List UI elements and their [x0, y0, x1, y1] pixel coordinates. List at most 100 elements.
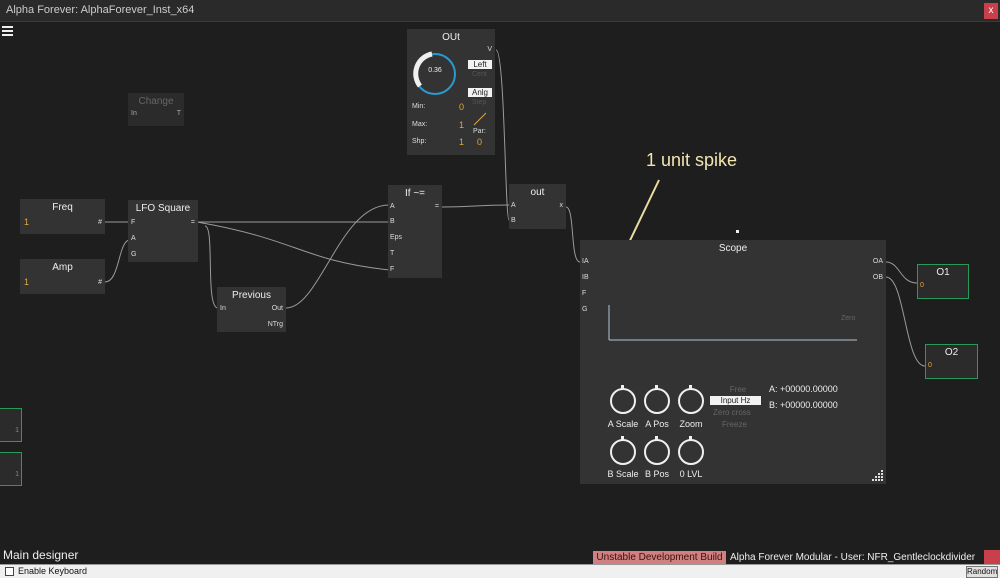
- node-title: Freq: [52, 202, 73, 213]
- min-label: Min:: [412, 103, 426, 110]
- max-value[interactable]: 1: [459, 120, 464, 130]
- node-side-1[interactable]: 1: [0, 408, 22, 442]
- a-pos-knob[interactable]: [644, 385, 670, 414]
- step-button[interactable]: Step: [472, 99, 486, 106]
- a-scale-knob[interactable]: [610, 385, 636, 414]
- footer-bar: Enable Keyboard Random: [0, 564, 1000, 578]
- port-ia[interactable]: IA: [582, 258, 589, 265]
- mode-free[interactable]: Free: [726, 385, 750, 394]
- window-titlebar: Alpha Forever: AlphaForever_Inst_x64 x: [0, 0, 1000, 22]
- enable-keyboard-label: Enable Keyboard: [18, 566, 88, 576]
- status-indicator: [984, 550, 1000, 564]
- port-ib[interactable]: IB: [582, 274, 589, 281]
- zoom-label: Zoom: [679, 419, 703, 429]
- node-if-approx[interactable]: If ~= A B Eps T F =: [388, 185, 442, 278]
- side-2-value: 1: [15, 471, 19, 478]
- node-title: O2: [944, 347, 959, 358]
- par-label: Par:: [473, 128, 486, 135]
- build-badge: Unstable Development Build: [593, 551, 726, 565]
- node-o1[interactable]: O1 0: [917, 264, 969, 299]
- port-f[interactable]: F: [582, 290, 586, 297]
- close-button[interactable]: x: [984, 3, 998, 19]
- node-title: Amp: [52, 262, 73, 273]
- node-out-small[interactable]: out A B x: [509, 184, 566, 229]
- readout-a: A: +00000.00000: [769, 384, 838, 394]
- max-label: Max:: [412, 121, 428, 128]
- port-f[interactable]: F: [390, 266, 394, 273]
- node-title: O1: [936, 267, 950, 278]
- port-out[interactable]: x: [560, 202, 564, 209]
- node-o2[interactable]: O2 0: [925, 344, 978, 379]
- port-oa[interactable]: OA: [873, 258, 883, 265]
- freq-value[interactable]: 1: [24, 217, 29, 227]
- node-lfo-square[interactable]: LFO Square F A G =: [128, 200, 198, 262]
- readout-b: B: +00000.00000: [769, 400, 838, 410]
- port-a[interactable]: A: [131, 235, 136, 242]
- zero-level-label: 0 LVL: [679, 469, 703, 479]
- shp-value[interactable]: 1: [459, 137, 464, 147]
- port-ntrg[interactable]: NTrg: [268, 321, 283, 328]
- port-b[interactable]: B: [390, 218, 395, 225]
- window-title: Alpha Forever: AlphaForever_Inst_x64: [6, 4, 195, 16]
- port-t[interactable]: T: [177, 110, 181, 117]
- port-in[interactable]: In: [220, 305, 226, 312]
- o1-value: 0: [920, 282, 924, 289]
- node-freq[interactable]: Freq 1 #: [20, 199, 105, 234]
- port-out[interactable]: Out: [272, 305, 283, 312]
- port-out[interactable]: =: [435, 203, 439, 210]
- node-amp[interactable]: Amp 1 #: [20, 259, 105, 294]
- zero-level-knob[interactable]: [678, 436, 704, 465]
- port-ob[interactable]: OB: [873, 274, 883, 281]
- port-in[interactable]: In: [131, 110, 137, 117]
- level-knob[interactable]: [410, 49, 460, 99]
- left-button[interactable]: Left: [468, 60, 492, 69]
- main-designer-label: Main designer: [3, 548, 79, 562]
- port-t[interactable]: T: [390, 250, 394, 257]
- port-out[interactable]: #: [98, 219, 102, 226]
- node-output[interactable]: OUt V 0.36 Left Cent Anlg Step Par: Min:…: [407, 29, 495, 155]
- port-a[interactable]: A: [511, 202, 516, 209]
- amp-value[interactable]: 1: [24, 277, 29, 287]
- node-title: Scope: [718, 243, 748, 254]
- mode-freeze[interactable]: Freeze: [722, 420, 747, 429]
- mode-input-hz[interactable]: Input Hz: [710, 396, 761, 405]
- min-value[interactable]: 0: [459, 102, 464, 112]
- node-scope[interactable]: Scope IA IB F G OA OB Zero A Scale A Pos…: [580, 240, 886, 484]
- port-out[interactable]: #: [98, 279, 102, 286]
- node-previous[interactable]: Previous In Out NTrg: [217, 287, 286, 332]
- status-text: Alpha Forever Modular - User: NFR_Gentle…: [730, 552, 976, 563]
- cent-button[interactable]: Cent: [472, 71, 487, 78]
- canvas-marker: [736, 230, 739, 233]
- b-pos-knob[interactable]: [644, 436, 670, 465]
- port-out[interactable]: =: [191, 219, 195, 226]
- enable-keyboard-checkbox[interactable]: [5, 567, 14, 576]
- node-change[interactable]: Change In T: [128, 93, 184, 126]
- zoom-knob[interactable]: [678, 385, 704, 414]
- port-v[interactable]: V: [487, 46, 492, 53]
- anlg-button[interactable]: Anlg: [468, 88, 492, 97]
- node-title: OUt: [442, 32, 460, 43]
- zero-label: Zero: [841, 315, 856, 322]
- resize-grip-icon[interactable]: [870, 468, 884, 482]
- port-f[interactable]: F: [131, 219, 135, 226]
- port-a[interactable]: A: [390, 203, 395, 210]
- node-title: Change: [138, 96, 174, 107]
- side-1-value: 1: [15, 427, 19, 434]
- level-value: 0.36: [428, 67, 442, 74]
- b-scale-knob[interactable]: [610, 436, 636, 465]
- node-title: LFO Square: [135, 203, 191, 214]
- par-value[interactable]: 0: [477, 137, 482, 147]
- node-side-2[interactable]: 1: [0, 452, 22, 486]
- port-g[interactable]: G: [582, 306, 587, 313]
- shape-curve-icon: [473, 112, 487, 126]
- hamburger-menu-icon[interactable]: [2, 24, 14, 36]
- port-eps[interactable]: Eps: [390, 234, 402, 241]
- node-title: out: [530, 187, 545, 198]
- node-title: If ~=: [404, 188, 425, 199]
- scope-display: [608, 305, 857, 341]
- port-b[interactable]: B: [511, 217, 516, 224]
- o2-value: 0: [928, 362, 932, 369]
- random-button[interactable]: Random: [966, 566, 998, 578]
- port-g[interactable]: G: [131, 251, 136, 258]
- mode-zero-cross[interactable]: Zero cross: [713, 408, 751, 417]
